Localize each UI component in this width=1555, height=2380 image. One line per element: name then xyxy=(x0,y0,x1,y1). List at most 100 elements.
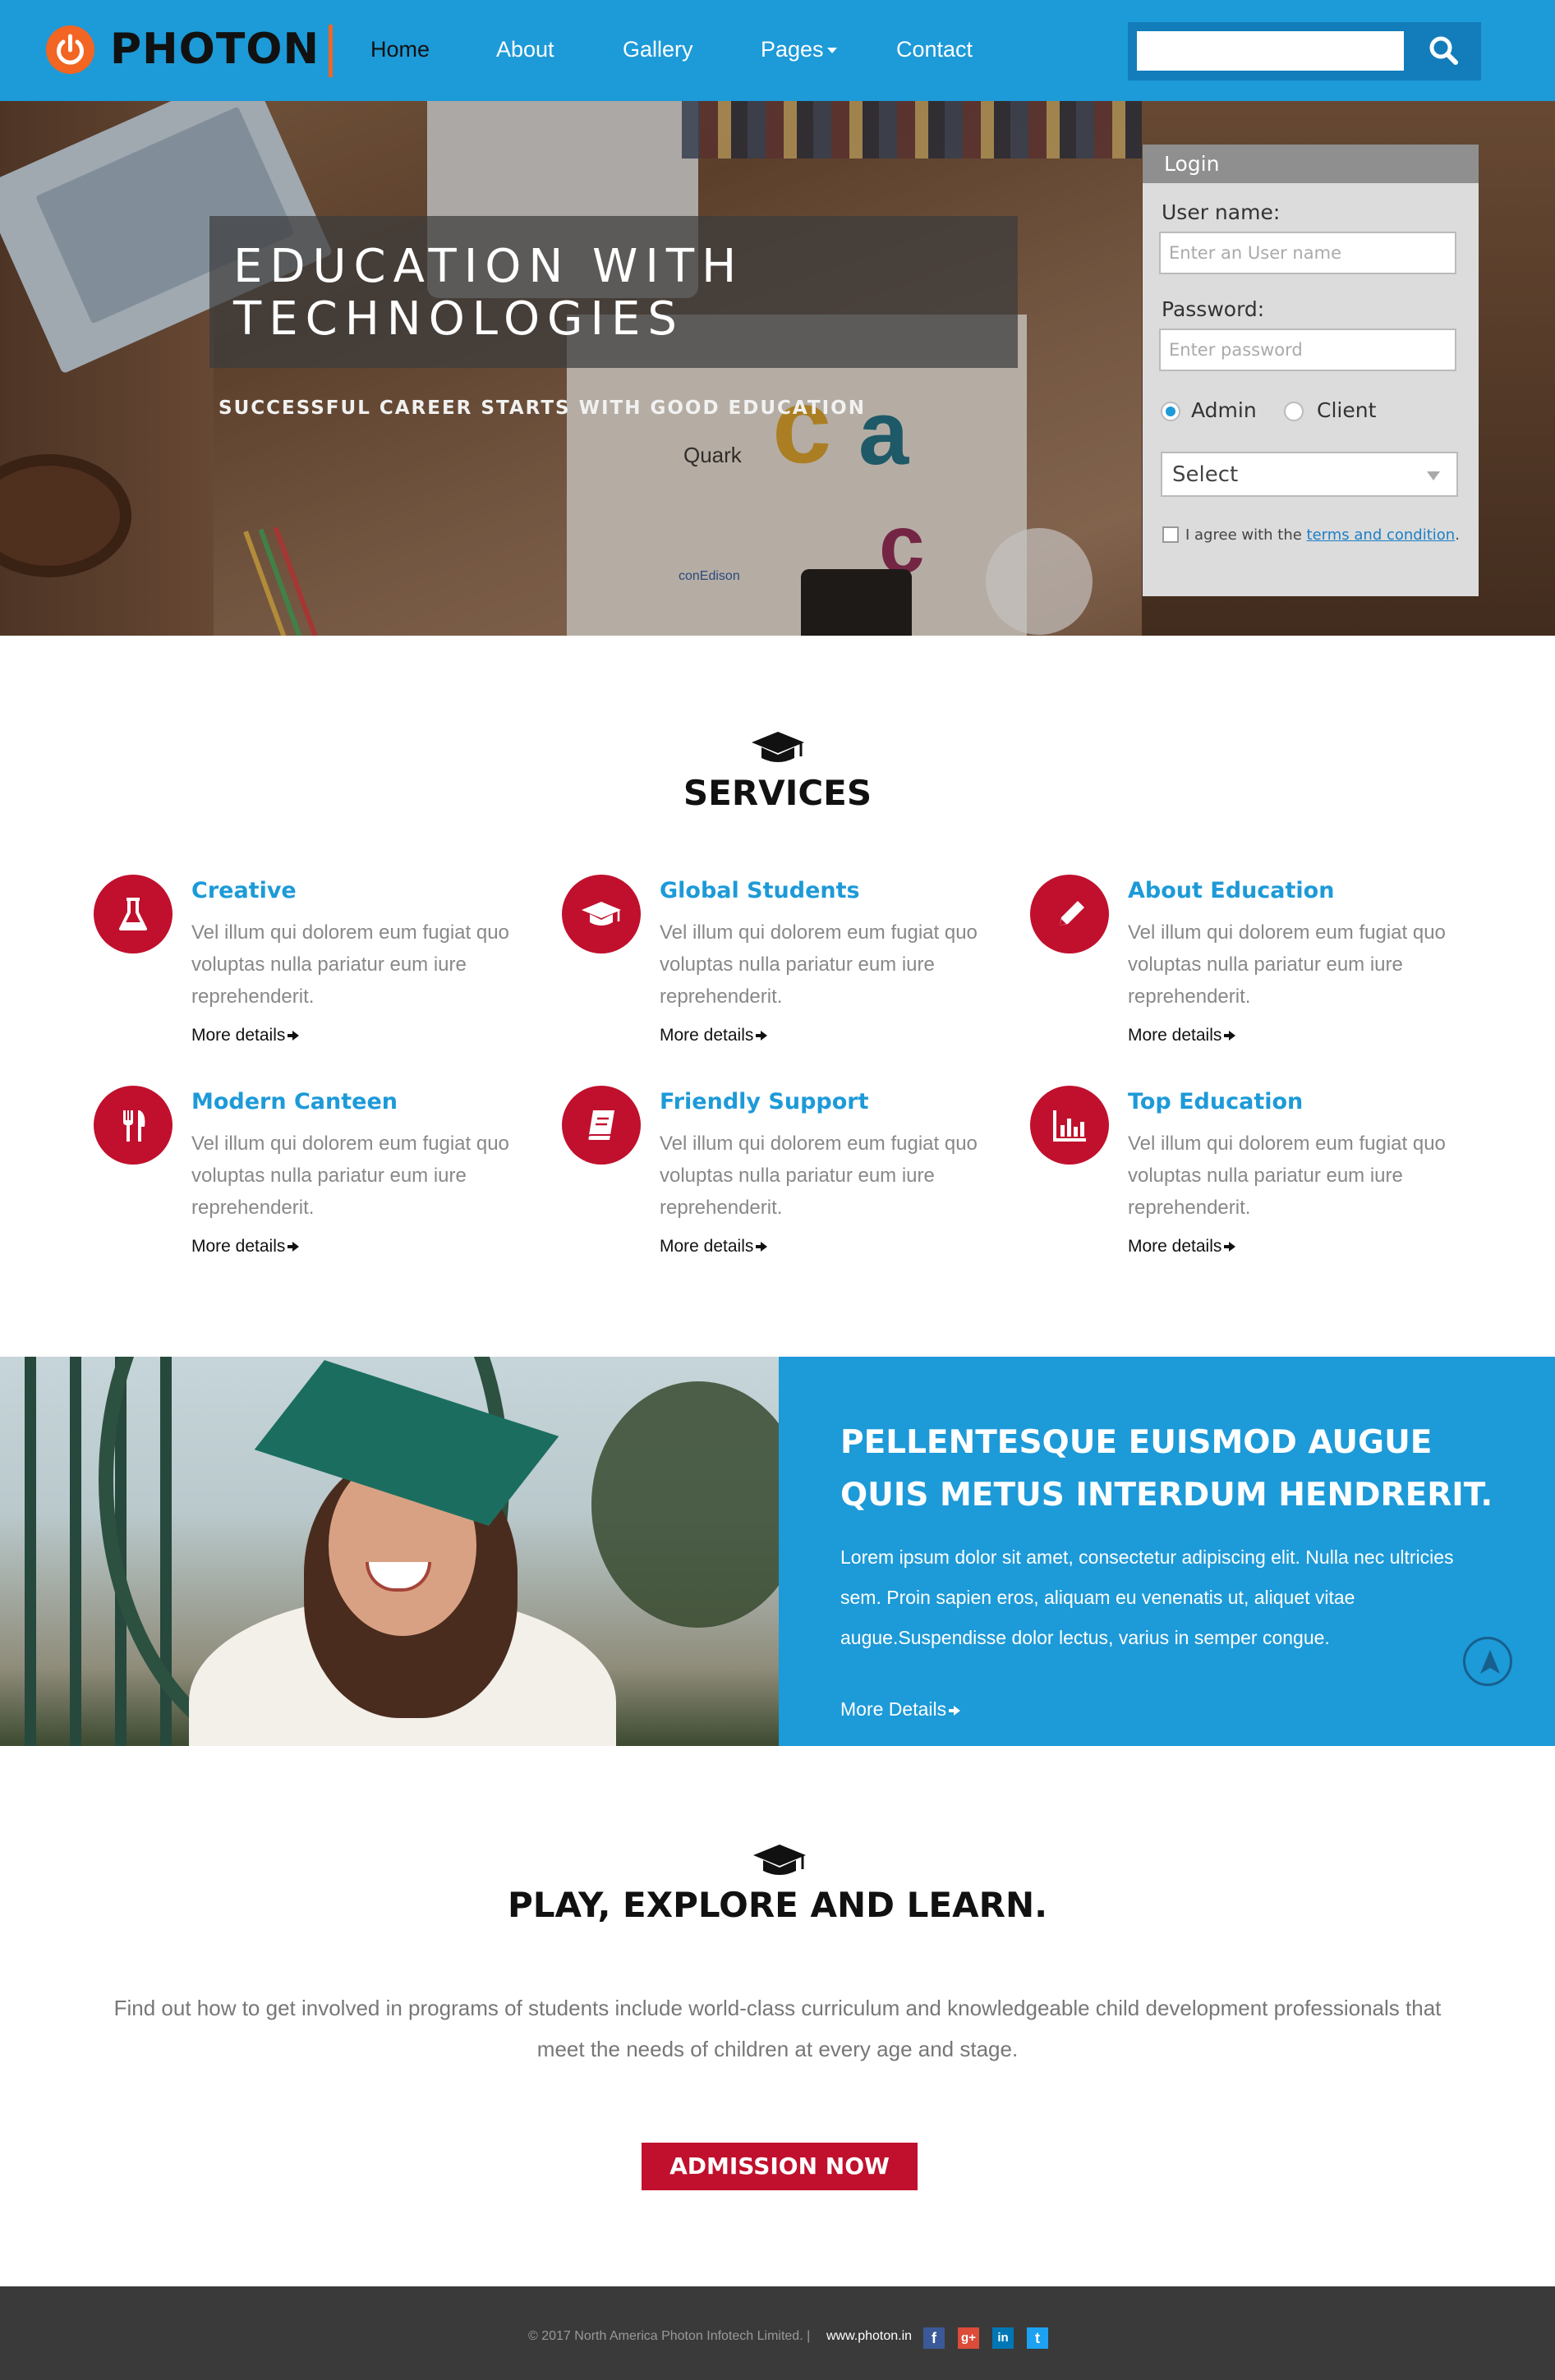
role-client-radio[interactable] xyxy=(1284,402,1304,421)
google-plus-icon[interactable]: g+ xyxy=(958,2327,979,2349)
hero-title: EDUCATION WITH TECHNOLOGIES xyxy=(233,240,744,346)
arrow-right-icon xyxy=(288,1031,300,1041)
caret-down-icon xyxy=(826,48,837,54)
agree-tail: . xyxy=(1455,526,1460,544)
graduate-photo xyxy=(0,1357,779,1746)
photo-tree xyxy=(591,1381,779,1628)
service-icon-circle xyxy=(562,875,641,953)
password-field[interactable] xyxy=(1159,329,1456,371)
more-details-label: More details xyxy=(660,1026,754,1045)
search-box xyxy=(1128,22,1481,80)
search-input[interactable] xyxy=(1137,31,1404,71)
railing-bar xyxy=(70,1357,81,1746)
username-label: User name: xyxy=(1162,200,1281,224)
login-header: Login xyxy=(1143,145,1479,183)
more-details-label: More details xyxy=(191,1026,286,1045)
service-title[interactable]: Global Students xyxy=(660,877,860,905)
more-details-label: More details xyxy=(1128,1237,1222,1256)
login-select-value: Select xyxy=(1172,462,1239,487)
feature-title: PELLENTESQUE EUISMOD AUGUE QUIS METUS IN… xyxy=(840,1424,1493,1514)
login-panel: Login User name: Password: Admin Client … xyxy=(1143,145,1479,596)
admission-now-button[interactable]: ADMISSION NOW xyxy=(642,2143,918,2190)
more-details-link[interactable]: More details xyxy=(1128,1236,1236,1257)
role-admin-label: Admin xyxy=(1191,398,1257,422)
service-text: Vel illum qui dolorem eum fugiat quo vol… xyxy=(1128,1133,1446,1219)
nav-about[interactable]: About xyxy=(496,33,554,66)
login-select[interactable]: Select xyxy=(1161,452,1458,497)
linkedin-icon[interactable]: in xyxy=(992,2327,1014,2349)
facebook-icon[interactable]: f xyxy=(923,2327,945,2349)
chevron-down-icon xyxy=(1427,471,1440,480)
service-text: Vel illum qui dolorem eum fugiat quo vol… xyxy=(660,1133,978,1219)
power-logo-icon[interactable] xyxy=(46,25,94,74)
service-icon-circle xyxy=(562,1086,641,1165)
service-text: Vel illum qui dolorem eum fugiat quo vol… xyxy=(191,1133,509,1219)
nav-contact[interactable]: Contact xyxy=(896,33,973,66)
arrow-right-icon xyxy=(1224,1031,1236,1041)
arrow-right-icon xyxy=(288,1242,300,1252)
more-details-label: More details xyxy=(660,1237,754,1256)
service-text: Vel illum qui dolorem eum fugiat quo vol… xyxy=(1128,921,1446,1008)
cutlery-icon xyxy=(123,1110,145,1142)
login-title: Login xyxy=(1164,152,1220,176)
service-text: Vel illum qui dolorem eum fugiat quo vol… xyxy=(660,921,978,1008)
more-details-link[interactable]: More details xyxy=(1128,1025,1236,1046)
more-details-link[interactable]: More details xyxy=(660,1236,768,1257)
service-icon-circle xyxy=(1030,1086,1109,1165)
play-text: Find out how to get involved in programs… xyxy=(113,1996,1442,2061)
more-details-label: More details xyxy=(1128,1026,1222,1045)
service-icon-circle xyxy=(94,875,173,953)
services-title: SERVICES xyxy=(683,773,872,813)
more-details-label: More details xyxy=(191,1237,286,1256)
nav-home[interactable]: Home xyxy=(370,33,430,66)
play-title: PLAY, EXPLORE AND LEARN. xyxy=(507,1885,1048,1925)
arrow-right-icon xyxy=(756,1242,768,1252)
more-details-link[interactable]: More details xyxy=(191,1025,300,1046)
twitter-icon[interactable]: t xyxy=(1027,2327,1048,2349)
agree-text: I agree with the terms and condition. xyxy=(1185,526,1460,544)
graduation-cap-icon xyxy=(752,732,804,762)
search-icon xyxy=(1429,36,1458,65)
book-icon xyxy=(587,1110,614,1141)
agree-checkbox[interactable] xyxy=(1162,526,1179,543)
feature-more-label: More Details xyxy=(840,1698,947,1720)
service-title[interactable]: About Education xyxy=(1128,877,1334,905)
password-label: Password: xyxy=(1162,297,1265,321)
brand-logo-text[interactable]: PHOTON xyxy=(110,25,320,74)
feature-more-link[interactable]: More Details xyxy=(840,1697,961,1721)
flask-icon xyxy=(119,898,147,930)
graduation-cap-icon xyxy=(582,902,621,926)
role-client-label: Client xyxy=(1317,398,1377,422)
role-admin-radio[interactable] xyxy=(1161,402,1180,421)
top-navbar: PHOTON Home About Gallery Pages Contact xyxy=(0,0,1555,101)
scroll-top-button[interactable] xyxy=(1463,1637,1512,1686)
feature-text: Lorem ipsum dolor sit amet, consectetur … xyxy=(840,1546,1454,1648)
more-details-link[interactable]: More details xyxy=(191,1236,300,1257)
logo-divider xyxy=(329,25,333,77)
nav-gallery[interactable]: Gallery xyxy=(623,33,693,66)
service-title[interactable]: Modern Canteen xyxy=(191,1088,398,1116)
arrow-up-icon xyxy=(1480,1650,1500,1674)
bar-chart-icon xyxy=(1053,1110,1086,1142)
footer-site-link[interactable]: www.photon.in xyxy=(826,2327,912,2346)
arrow-right-icon xyxy=(756,1031,768,1041)
service-title[interactable]: Creative xyxy=(191,877,297,905)
pencil-icon xyxy=(1060,901,1084,926)
search-button[interactable] xyxy=(1407,22,1481,80)
hero-subtitle: SUCCESSFUL CAREER STARTS WITH GOOD EDUCA… xyxy=(219,397,866,419)
service-title[interactable]: Top Education xyxy=(1128,1088,1303,1116)
terms-link[interactable]: terms and condition xyxy=(1307,526,1456,544)
railing-bar xyxy=(25,1357,36,1746)
more-details-link[interactable]: More details xyxy=(660,1025,768,1046)
arrow-right-icon xyxy=(1224,1242,1236,1252)
footer-copyright: © 2017 North America Photon Infotech Lim… xyxy=(528,2329,811,2343)
username-field[interactable] xyxy=(1159,232,1456,274)
agree-label: I agree with the xyxy=(1185,526,1302,544)
nav-pages[interactable]: Pages xyxy=(761,33,837,66)
graduation-cap-icon xyxy=(753,1845,806,1875)
service-icon-circle xyxy=(94,1086,173,1165)
service-title[interactable]: Friendly Support xyxy=(660,1088,869,1116)
service-icon-circle xyxy=(1030,875,1109,953)
nav-pages-label: Pages xyxy=(761,37,824,62)
arrow-right-icon xyxy=(949,1705,961,1716)
